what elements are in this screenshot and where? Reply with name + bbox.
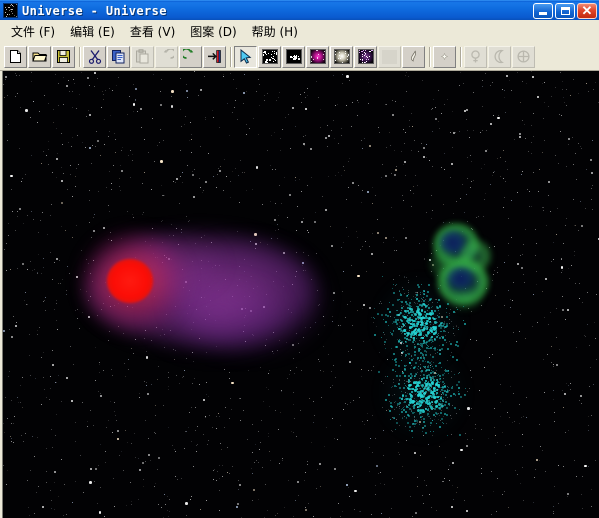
menu-file[interactable]: 文件 (F)	[4, 20, 63, 43]
menu-view[interactable]: 查看 (V)	[123, 20, 183, 43]
cut-button[interactable]	[83, 45, 106, 68]
minimize-button[interactable]	[533, 2, 553, 19]
single-star-icon	[440, 52, 449, 61]
comet-pattern-button[interactable]	[402, 45, 425, 68]
title-bar: Universe - Universe ✕	[0, 0, 599, 20]
magenta-nebula-icon	[309, 49, 326, 64]
close-icon: ✕	[581, 2, 593, 18]
starfield-icon	[3, 3, 18, 18]
star-cluster-pattern-button[interactable]	[282, 45, 305, 68]
purple-galaxy-icon	[357, 49, 374, 64]
starfield-pattern-button[interactable]	[258, 45, 281, 68]
redo-arrow-icon	[183, 49, 194, 59]
earth-button	[512, 45, 535, 68]
redo-button[interactable]	[179, 45, 202, 68]
universe-canvas[interactable]	[2, 71, 599, 518]
export-arrow-icon	[208, 50, 221, 63]
earth-symbol-icon	[517, 50, 530, 63]
export-button[interactable]	[203, 45, 226, 68]
menu-pattern[interactable]: 图案 (D)	[183, 20, 244, 43]
comet-icon	[411, 50, 416, 62]
star-object-button[interactable]	[433, 45, 456, 68]
scissors-icon	[88, 50, 101, 64]
open-file-button[interactable]	[28, 45, 51, 68]
maximize-icon	[560, 6, 570, 15]
globular-pattern-button[interactable]	[330, 45, 353, 68]
undo-button	[155, 45, 178, 68]
toolbar-separator	[227, 46, 234, 68]
window-title: Universe - Universe	[22, 3, 167, 18]
toolbar	[0, 43, 599, 71]
floppy-disk-icon	[57, 50, 70, 63]
menu-bar: 文件 (F) 编辑 (E) 查看 (V) 图案 (D) 帮助 (H)	[0, 20, 599, 43]
new-document-icon	[10, 50, 21, 63]
arrow-cursor-icon	[240, 49, 251, 64]
blank-tile-icon	[382, 49, 397, 64]
moon-button	[488, 45, 511, 68]
background-starfield	[3, 71, 599, 518]
paste-button	[131, 45, 154, 68]
copy-pages-icon	[112, 50, 125, 64]
select-tool-button[interactable]	[234, 45, 257, 68]
blank-pattern-button	[378, 45, 401, 68]
starfield-pattern-icon	[261, 49, 278, 64]
venus-button	[464, 45, 487, 68]
application-window: Universe - Universe ✕ 文件 (F) 编辑 (E) 查看 (…	[0, 0, 599, 518]
maximize-button[interactable]	[555, 2, 575, 19]
window-controls: ✕	[533, 2, 597, 19]
nebula-pattern-button[interactable]	[306, 45, 329, 68]
canvas-area	[0, 71, 599, 518]
crescent-moon-icon	[494, 49, 504, 64]
undo-arrow-icon	[163, 49, 174, 59]
toolbar-separator	[457, 46, 464, 68]
copy-button[interactable]	[107, 45, 130, 68]
galaxy-pattern-button[interactable]	[354, 45, 377, 68]
minimize-icon	[539, 12, 547, 15]
toolbar-separator	[426, 46, 433, 68]
open-folder-icon	[31, 52, 47, 62]
venus-symbol-icon	[471, 50, 480, 63]
close-button[interactable]: ✕	[577, 2, 597, 19]
menu-edit[interactable]: 编辑 (E)	[63, 20, 123, 43]
menu-help[interactable]: 帮助 (H)	[245, 20, 306, 43]
save-file-button[interactable]	[52, 45, 75, 68]
new-file-button[interactable]	[4, 45, 27, 68]
clipboard-paste-icon	[136, 49, 149, 64]
globular-cluster-icon	[333, 49, 350, 64]
toolbar-separator	[76, 46, 83, 68]
star-cluster-pattern-icon	[285, 49, 302, 64]
